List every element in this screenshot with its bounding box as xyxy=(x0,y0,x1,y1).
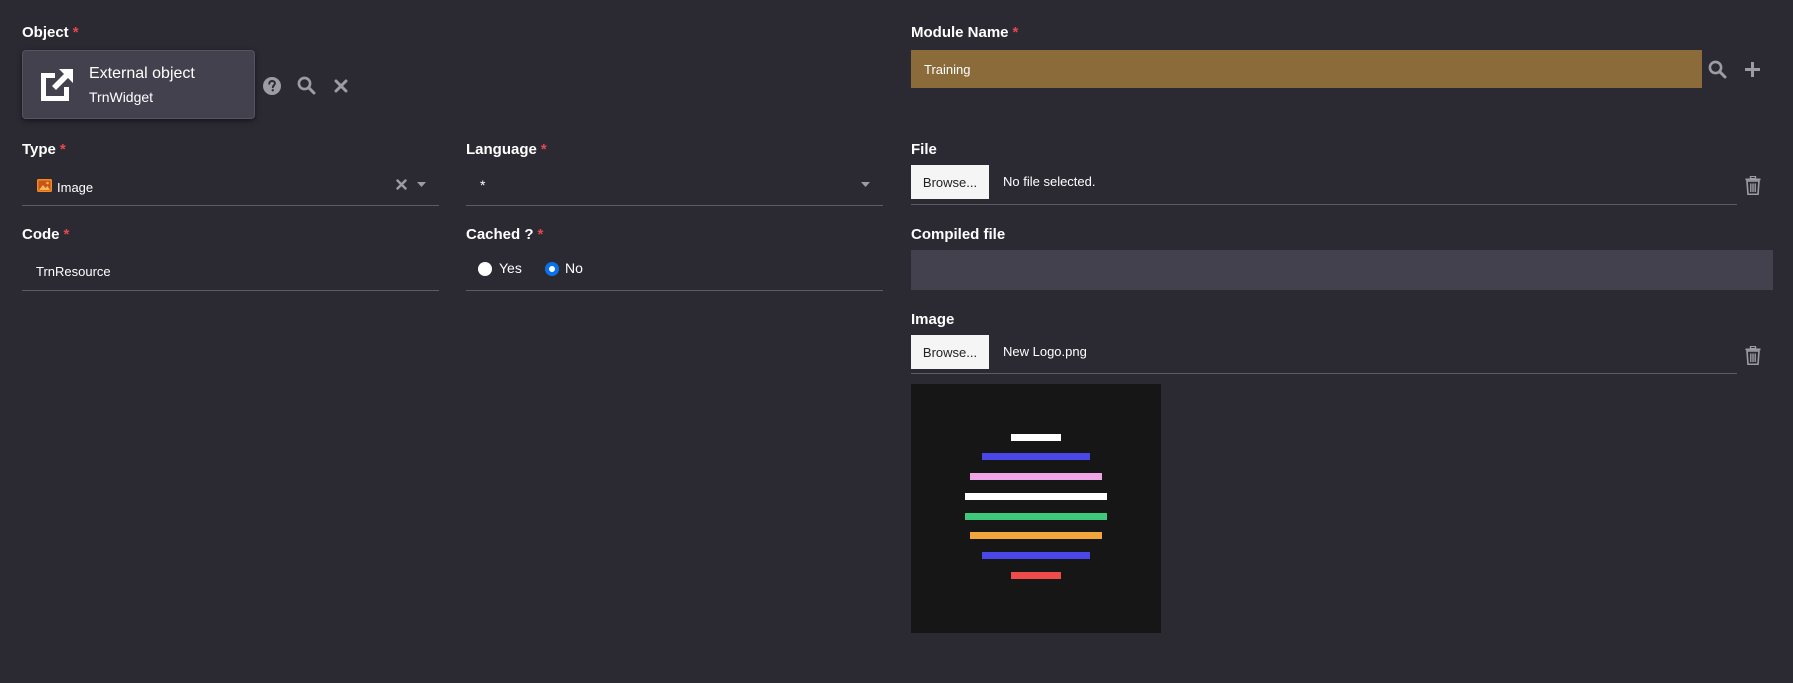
required-mark: * xyxy=(540,141,547,158)
image-browse-label: Browse... xyxy=(922,344,978,360)
type-value: Image xyxy=(57,180,94,195)
image-underline xyxy=(911,373,1737,374)
caret-down-icon xyxy=(860,181,870,187)
code-input[interactable]: TrnResource xyxy=(22,252,439,290)
file-underline xyxy=(911,204,1737,205)
cached-no-label: No xyxy=(565,260,583,276)
file-browse-button[interactable]: Browse... xyxy=(911,165,989,199)
file-browse-label: Browse... xyxy=(922,174,978,190)
cached-option-yes[interactable]: Yes xyxy=(478,259,548,279)
code-value: TrnResource xyxy=(36,263,111,279)
trash-icon xyxy=(1745,345,1761,365)
file-delete-button[interactable] xyxy=(1743,174,1763,196)
caret-down-icon xyxy=(416,181,426,187)
help-button[interactable] xyxy=(261,75,283,97)
module-name-label-text: Module Name xyxy=(911,24,1009,41)
compiled-file-label: Compiled file xyxy=(911,226,1005,243)
module-name-label: Module Name * xyxy=(911,24,1018,41)
trash-icon xyxy=(1745,175,1761,195)
close-icon xyxy=(395,178,407,190)
image-browse-button[interactable]: Browse... xyxy=(911,335,989,369)
language-label: Language * xyxy=(466,141,547,158)
required-mark: * xyxy=(63,226,70,243)
image-label-text: Image xyxy=(911,311,955,328)
image-icon xyxy=(37,179,52,192)
search-icon xyxy=(297,76,315,94)
file-filename: No file selected. xyxy=(1003,174,1096,189)
logo-stripe xyxy=(965,513,1107,520)
file-label-text: File xyxy=(911,141,937,158)
image-label: Image xyxy=(911,311,954,328)
required-mark: * xyxy=(72,24,79,41)
logo-stripe xyxy=(965,493,1107,500)
module-search-button[interactable] xyxy=(1706,58,1728,80)
image-filename: New Logo.png xyxy=(1003,344,1087,359)
type-label-text: Type xyxy=(22,141,56,158)
compiled-file-field xyxy=(911,250,1773,290)
required-mark: * xyxy=(59,141,66,158)
cached-label: Cached ? * xyxy=(466,226,543,243)
search-icon xyxy=(1708,60,1726,78)
code-underline xyxy=(22,290,439,291)
object-card-subtitle: TrnWidget xyxy=(89,88,154,105)
type-label: Type * xyxy=(22,141,66,158)
type-dropdown-button[interactable] xyxy=(413,178,429,190)
file-label: File xyxy=(911,141,937,158)
language-select[interactable]: * xyxy=(466,170,883,205)
module-name-value: Training xyxy=(924,61,971,77)
object-search-button[interactable] xyxy=(295,74,317,96)
cached-no-radio[interactable] xyxy=(545,262,559,276)
language-value: * xyxy=(480,176,486,193)
cached-yes-radio[interactable] xyxy=(478,262,492,276)
object-clear-button[interactable] xyxy=(330,75,352,97)
logo-stripe xyxy=(982,453,1090,460)
external-link-icon xyxy=(41,68,73,101)
logo-stripe xyxy=(1011,434,1061,441)
cached-label-text: Cached ? xyxy=(466,226,534,243)
type-clear-button[interactable] xyxy=(393,176,409,192)
question-circle-icon xyxy=(263,77,281,95)
plus-icon xyxy=(1744,61,1760,77)
language-dropdown-button[interactable] xyxy=(857,178,873,190)
object-label-text: Object xyxy=(22,24,69,41)
object-card[interactable]: External object TrnWidget xyxy=(22,50,255,119)
code-label: Code * xyxy=(22,226,69,243)
module-name-input[interactable]: Training xyxy=(911,50,1702,88)
cached-option-no[interactable]: No xyxy=(545,259,605,279)
logo-stripe xyxy=(970,473,1102,480)
logo-stripe xyxy=(1011,572,1061,579)
logo-stripe xyxy=(982,552,1090,559)
compiled-file-label-text: Compiled file xyxy=(911,226,1006,243)
required-mark: * xyxy=(537,226,544,243)
object-label: Object * xyxy=(22,24,79,41)
image-delete-button[interactable] xyxy=(1743,344,1763,366)
logo-stripe xyxy=(970,532,1102,539)
cached-underline xyxy=(466,290,883,291)
module-add-button[interactable] xyxy=(1741,58,1763,80)
type-select[interactable]: Image xyxy=(22,170,439,205)
object-card-title: External object xyxy=(89,64,195,82)
close-icon xyxy=(334,79,348,93)
type-underline xyxy=(22,205,439,206)
language-underline xyxy=(466,205,883,206)
language-label-text: Language xyxy=(466,141,537,158)
required-mark: * xyxy=(1012,24,1019,41)
cached-yes-label: Yes xyxy=(499,260,522,276)
image-preview xyxy=(911,384,1161,633)
code-label-text: Code xyxy=(22,226,60,243)
